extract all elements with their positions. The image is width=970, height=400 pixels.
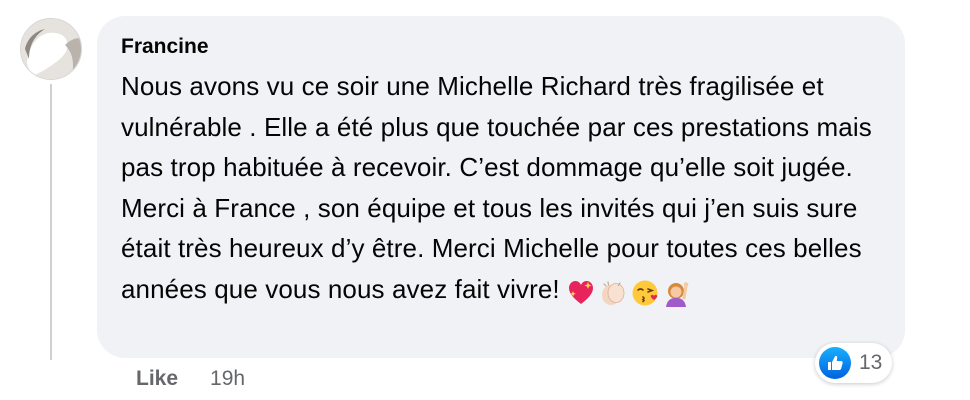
comment-timestamp[interactable]: 19h — [210, 366, 245, 392]
comment-author[interactable]: Francine — [121, 34, 881, 60]
reaction-summary[interactable]: 13 — [815, 343, 893, 383]
face-blowing-kiss-icon — [632, 280, 658, 305]
sparkling-heart-icon — [568, 280, 593, 304]
avatar-photo — [21, 19, 81, 79]
comment-body: Nous avons vu ce soir une Michelle Richa… — [121, 66, 881, 311]
reaction-count: 13 — [859, 351, 883, 374]
person-raising-hand-icon — [665, 281, 689, 307]
like-thumb-icon — [819, 347, 851, 379]
like-button[interactable]: Like — [136, 366, 178, 392]
comment-actions: Like 19h — [136, 366, 245, 392]
comment-emojis — [566, 270, 694, 311]
comment-bubble: Francine Nous avons vu ce soir une Miche… — [97, 16, 905, 358]
comment-text: Nous avons vu ce soir une Michelle Richa… — [121, 71, 872, 304]
clapping-hands-icon — [601, 280, 625, 305]
avatar[interactable] — [20, 18, 82, 80]
thread-line — [50, 84, 52, 360]
